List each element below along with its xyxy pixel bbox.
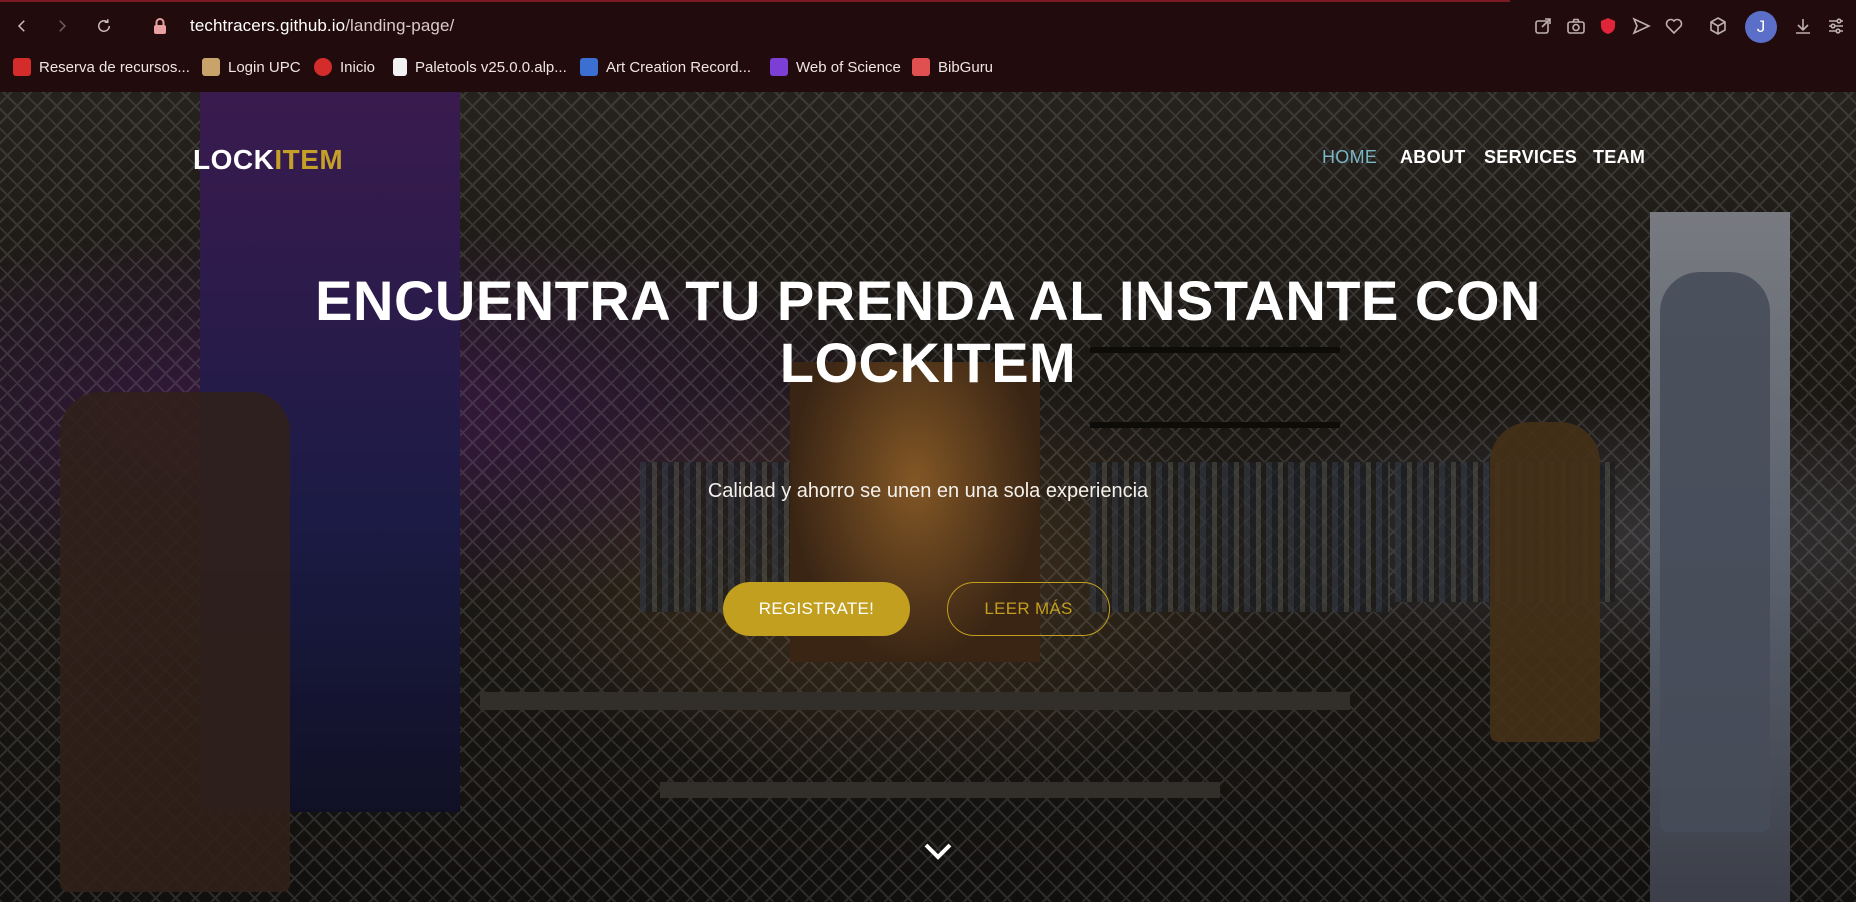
heart-icon[interactable] bbox=[1664, 16, 1684, 36]
logo-accent: ITEM bbox=[274, 144, 344, 175]
profile-avatar[interactable]: J bbox=[1745, 11, 1777, 43]
bookmark-item[interactable]: Reserva de recursos... bbox=[13, 54, 190, 80]
address-bar[interactable]: techtracers.github.io/landing-page/ bbox=[190, 16, 454, 36]
register-button[interactable]: REGISTRATE! bbox=[723, 582, 910, 636]
bookmarks-bar: Reserva de recursos... Login UPC Inicio … bbox=[0, 54, 1856, 80]
share-icon[interactable] bbox=[1533, 16, 1553, 36]
bookmark-item[interactable]: Paletools v25.0.0.alp... bbox=[393, 54, 567, 80]
browser-chrome: techtracers.github.io/landing-page/ J Re… bbox=[0, 0, 1856, 92]
bookmark-favicon-icon bbox=[770, 58, 788, 76]
settings-sliders-icon[interactable] bbox=[1826, 16, 1846, 36]
site-logo[interactable]: LOCKITEM bbox=[193, 144, 343, 176]
hero-title-line2: LOCKITEM bbox=[779, 331, 1077, 394]
url-path: /landing-page/ bbox=[345, 16, 455, 35]
landing-page: LOCKITEM HOME ABOUT SERVICES TEAM ENCUEN… bbox=[0, 92, 1856, 902]
nav-team[interactable]: TEAM bbox=[1593, 147, 1645, 168]
download-icon[interactable] bbox=[1793, 16, 1813, 36]
nav-about[interactable]: ABOUT bbox=[1400, 147, 1466, 168]
read-more-button[interactable]: LEER MÁS bbox=[947, 582, 1110, 636]
url-host: techtracers.github.io bbox=[190, 16, 346, 35]
bookmark-item[interactable]: Inicio bbox=[314, 54, 375, 80]
bookmark-label: Web of Science bbox=[796, 58, 901, 76]
camera-icon[interactable] bbox=[1566, 16, 1586, 36]
lock-icon[interactable] bbox=[152, 17, 168, 35]
bookmark-favicon-icon bbox=[202, 58, 220, 76]
bookmark-label: Login UPC bbox=[228, 58, 301, 76]
nav-home[interactable]: HOME bbox=[1322, 147, 1377, 168]
bookmark-label: BibGuru bbox=[938, 58, 994, 76]
bookmark-item[interactable]: Web of Science bbox=[770, 54, 901, 80]
bookmark-item[interactable]: BibGuru bbox=[912, 54, 993, 80]
shield-icon[interactable] bbox=[1598, 16, 1618, 36]
bookmark-favicon-icon bbox=[314, 58, 332, 76]
cube-icon[interactable] bbox=[1708, 16, 1728, 36]
browser-toolbar: techtracers.github.io/landing-page/ J bbox=[0, 2, 1856, 50]
hero-subtitle: Calidad y ahorro se unen en una sola exp… bbox=[707, 480, 1149, 502]
bookmark-item[interactable]: Login UPC bbox=[202, 54, 301, 80]
hero-title-line1: ENCUENTRA TU PRENDA AL INSTANTE CON bbox=[315, 269, 1541, 332]
bookmark-favicon-icon bbox=[393, 58, 407, 76]
chevron-down-icon[interactable] bbox=[922, 840, 954, 862]
forward-icon[interactable] bbox=[50, 14, 74, 38]
hero-title: ENCUENTRA TU PRENDA AL INSTANTE CON LOCK… bbox=[0, 270, 1856, 394]
reload-icon[interactable] bbox=[92, 14, 116, 38]
bookmark-label: Paletools v25.0.0.alp... bbox=[415, 58, 567, 76]
bookmark-label: Inicio bbox=[340, 58, 376, 76]
send-icon[interactable] bbox=[1631, 16, 1651, 36]
nav-services[interactable]: SERVICES bbox=[1484, 147, 1577, 168]
back-icon[interactable] bbox=[10, 14, 34, 38]
bookmark-favicon-icon bbox=[13, 58, 31, 76]
bookmark-item[interactable]: Art Creation Record... bbox=[580, 54, 751, 80]
bookmark-label: Art Creation Record... bbox=[606, 58, 752, 76]
bookmark-favicon-icon bbox=[912, 58, 930, 76]
bookmark-label: Reserva de recursos... bbox=[39, 58, 190, 76]
logo-main: LOCK bbox=[193, 144, 275, 175]
bookmark-favicon-icon bbox=[580, 58, 598, 76]
